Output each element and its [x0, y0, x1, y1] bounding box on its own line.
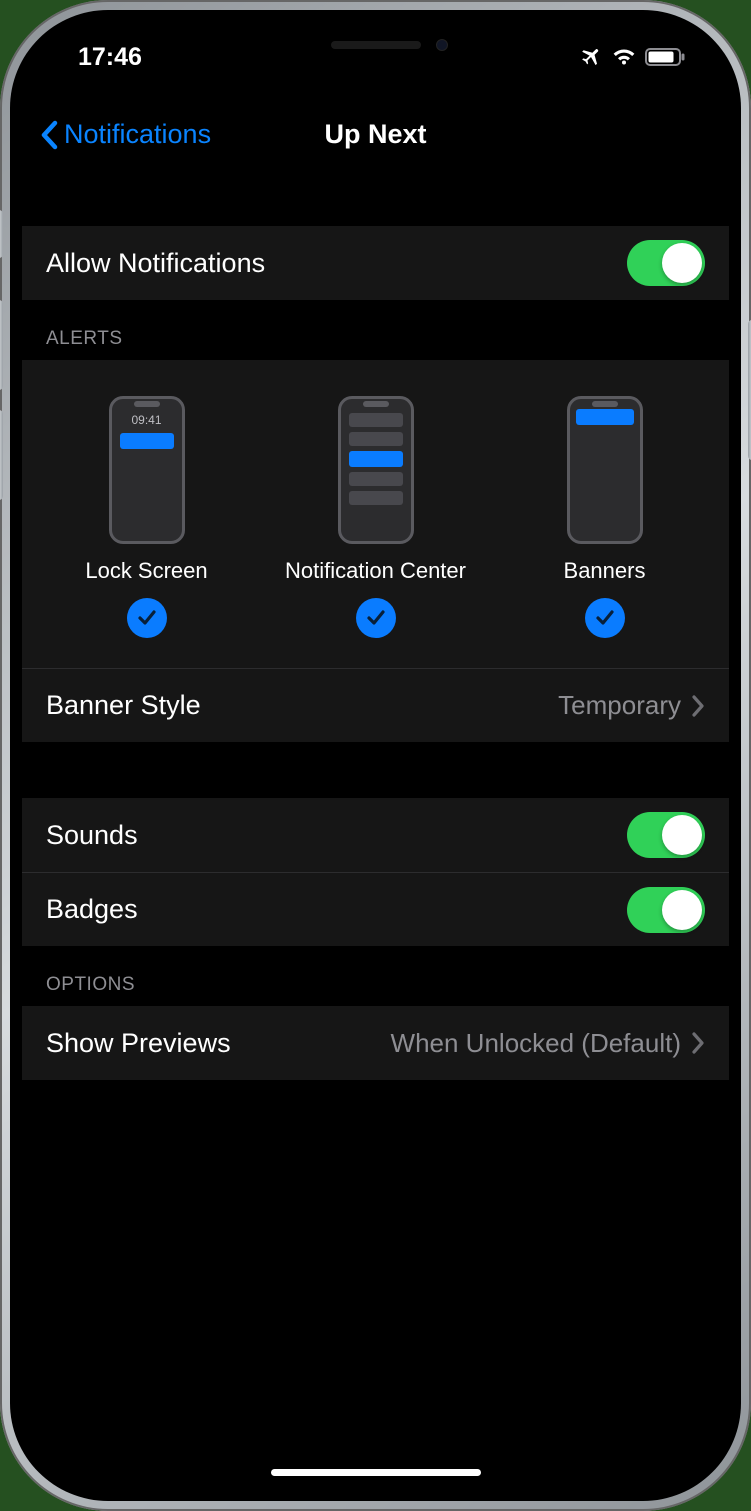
volume-down-button — [0, 410, 3, 500]
alert-option-notification-center[interactable]: Notification Center — [261, 396, 490, 638]
allow-notifications-label: Allow Notifications — [46, 248, 627, 279]
lock-screen-preview-icon: 09:41 — [109, 396, 185, 544]
notification-center-preview-icon — [338, 396, 414, 544]
banner-style-label: Banner Style — [46, 690, 558, 721]
alerts-header: ALERTS — [22, 300, 729, 360]
alert-option-label: Lock Screen — [85, 558, 207, 584]
mute-switch — [0, 210, 3, 258]
alert-option-check — [127, 598, 167, 638]
nav-title: Up Next — [22, 119, 729, 150]
status-indicators — [579, 45, 685, 69]
allow-notifications-toggle[interactable] — [627, 240, 705, 286]
wifi-icon — [611, 47, 637, 67]
nav-bar: Notifications Up Next — [22, 92, 729, 178]
banner-style-cell[interactable]: Banner Style Temporary — [22, 668, 729, 742]
alert-option-label: Notification Center — [285, 558, 466, 584]
volume-up-button — [0, 300, 3, 390]
alert-option-check — [585, 598, 625, 638]
front-camera — [436, 39, 448, 51]
sounds-cell: Sounds — [22, 798, 729, 872]
notch — [216, 22, 536, 68]
toggle-knob — [662, 243, 702, 283]
banners-preview-icon — [567, 396, 643, 544]
alert-option-label: Banners — [564, 558, 646, 584]
sounds-label: Sounds — [46, 820, 627, 851]
show-previews-value: When Unlocked (Default) — [391, 1028, 681, 1059]
device-inner: 17:46 Notifications Up Next Allow No — [10, 10, 741, 1501]
toggle-knob — [662, 890, 702, 930]
chevron-right-icon — [691, 1032, 705, 1054]
show-previews-cell[interactable]: Show Previews When Unlocked (Default) — [22, 1006, 729, 1080]
home-indicator[interactable] — [271, 1469, 481, 1476]
badges-toggle[interactable] — [627, 887, 705, 933]
sounds-toggle[interactable] — [627, 812, 705, 858]
battery-icon — [645, 48, 685, 66]
check-icon — [136, 607, 158, 629]
options-header: OPTIONS — [22, 946, 729, 1006]
banner-style-value: Temporary — [558, 690, 681, 721]
alert-option-lock-screen[interactable]: 09:41 Lock Screen — [32, 396, 261, 638]
show-previews-label: Show Previews — [46, 1028, 391, 1059]
chevron-right-icon — [691, 695, 705, 717]
alerts-box: 09:41 Lock Screen — [22, 360, 729, 668]
check-icon — [594, 607, 616, 629]
alert-option-banners[interactable]: Banners — [490, 396, 719, 638]
speaker-grille — [331, 41, 421, 49]
toggle-knob — [662, 815, 702, 855]
screen: 17:46 Notifications Up Next Allow No — [22, 22, 729, 1489]
badges-label: Badges — [46, 894, 627, 925]
check-icon — [365, 607, 387, 629]
status-time: 17:46 — [78, 43, 142, 72]
preview-time: 09:41 — [112, 413, 182, 427]
alert-option-check — [356, 598, 396, 638]
airplane-mode-icon — [579, 45, 603, 69]
content: Allow Notifications ALERTS 09:41 Lock Sc… — [22, 178, 729, 1080]
nav-title-text: Up Next — [324, 119, 426, 150]
badges-cell: Badges — [22, 872, 729, 946]
device-frame: 17:46 Notifications Up Next Allow No — [0, 0, 751, 1511]
allow-notifications-cell: Allow Notifications — [22, 226, 729, 300]
